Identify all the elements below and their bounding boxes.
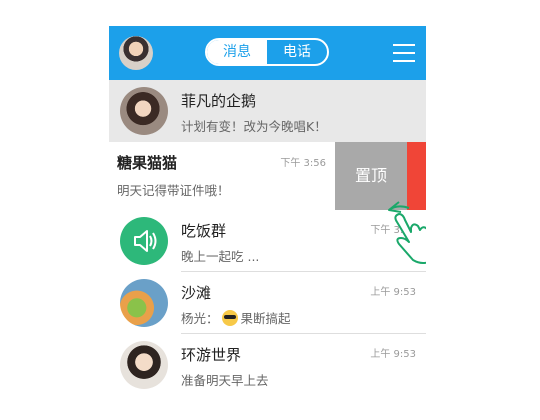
last-message: 准备明天早上去 [181,373,269,388]
sunglasses-emoji-icon [221,310,238,326]
menu-icon[interactable] [393,43,415,63]
last-message: 晚上一起吃 ... [181,249,260,264]
speaker-icon [120,217,168,265]
message-time: 上午 9:53 [370,349,416,360]
group-name: 沙滩 [181,284,212,302]
conversation-item[interactable]: 沙滩 杨光： 果断搞起 上午 9:53 [109,272,426,334]
last-message: 明天记得带证件哦！ [117,183,230,198]
chat-app: 消息 电话 菲凡的企鹅 计划有变！改为今晚唱K！ 糖果猫猫 明天记得带证件哦！ … [109,26,426,420]
contact-name: 糖果猫猫 [117,154,178,172]
swipe-gesture-hand-icon [388,201,426,264]
last-message: 杨光： 果断搞起 [181,308,291,327]
contact-name: 菲凡的企鹅 [181,92,257,110]
avatar [120,341,168,389]
conversation-item[interactable]: 菲凡的企鹅 计划有变！改为今晚唱K！ [109,80,426,142]
group-name: 吃饭群 [181,222,227,240]
avatar [120,87,168,135]
group-name: 环游世界 [181,346,242,364]
sender-name: 杨光： [181,311,219,326]
last-message: 计划有变！改为今晚唱K！ [181,119,327,134]
avatar [120,279,168,327]
tab-switcher: 消息 电话 [205,38,329,66]
app-header: 消息 电话 [109,26,426,80]
profile-avatar[interactable] [119,36,153,70]
message-text: 果断搞起 [240,311,291,326]
tab-calls[interactable]: 电话 [267,40,327,64]
message-time: 上午 9:53 [370,287,416,298]
message-time: 下午 3:56 [280,158,326,169]
tab-messages[interactable]: 消息 [207,40,267,64]
conversation-item[interactable]: 环游世界 准备明天早上去 上午 9:53 [109,334,426,396]
